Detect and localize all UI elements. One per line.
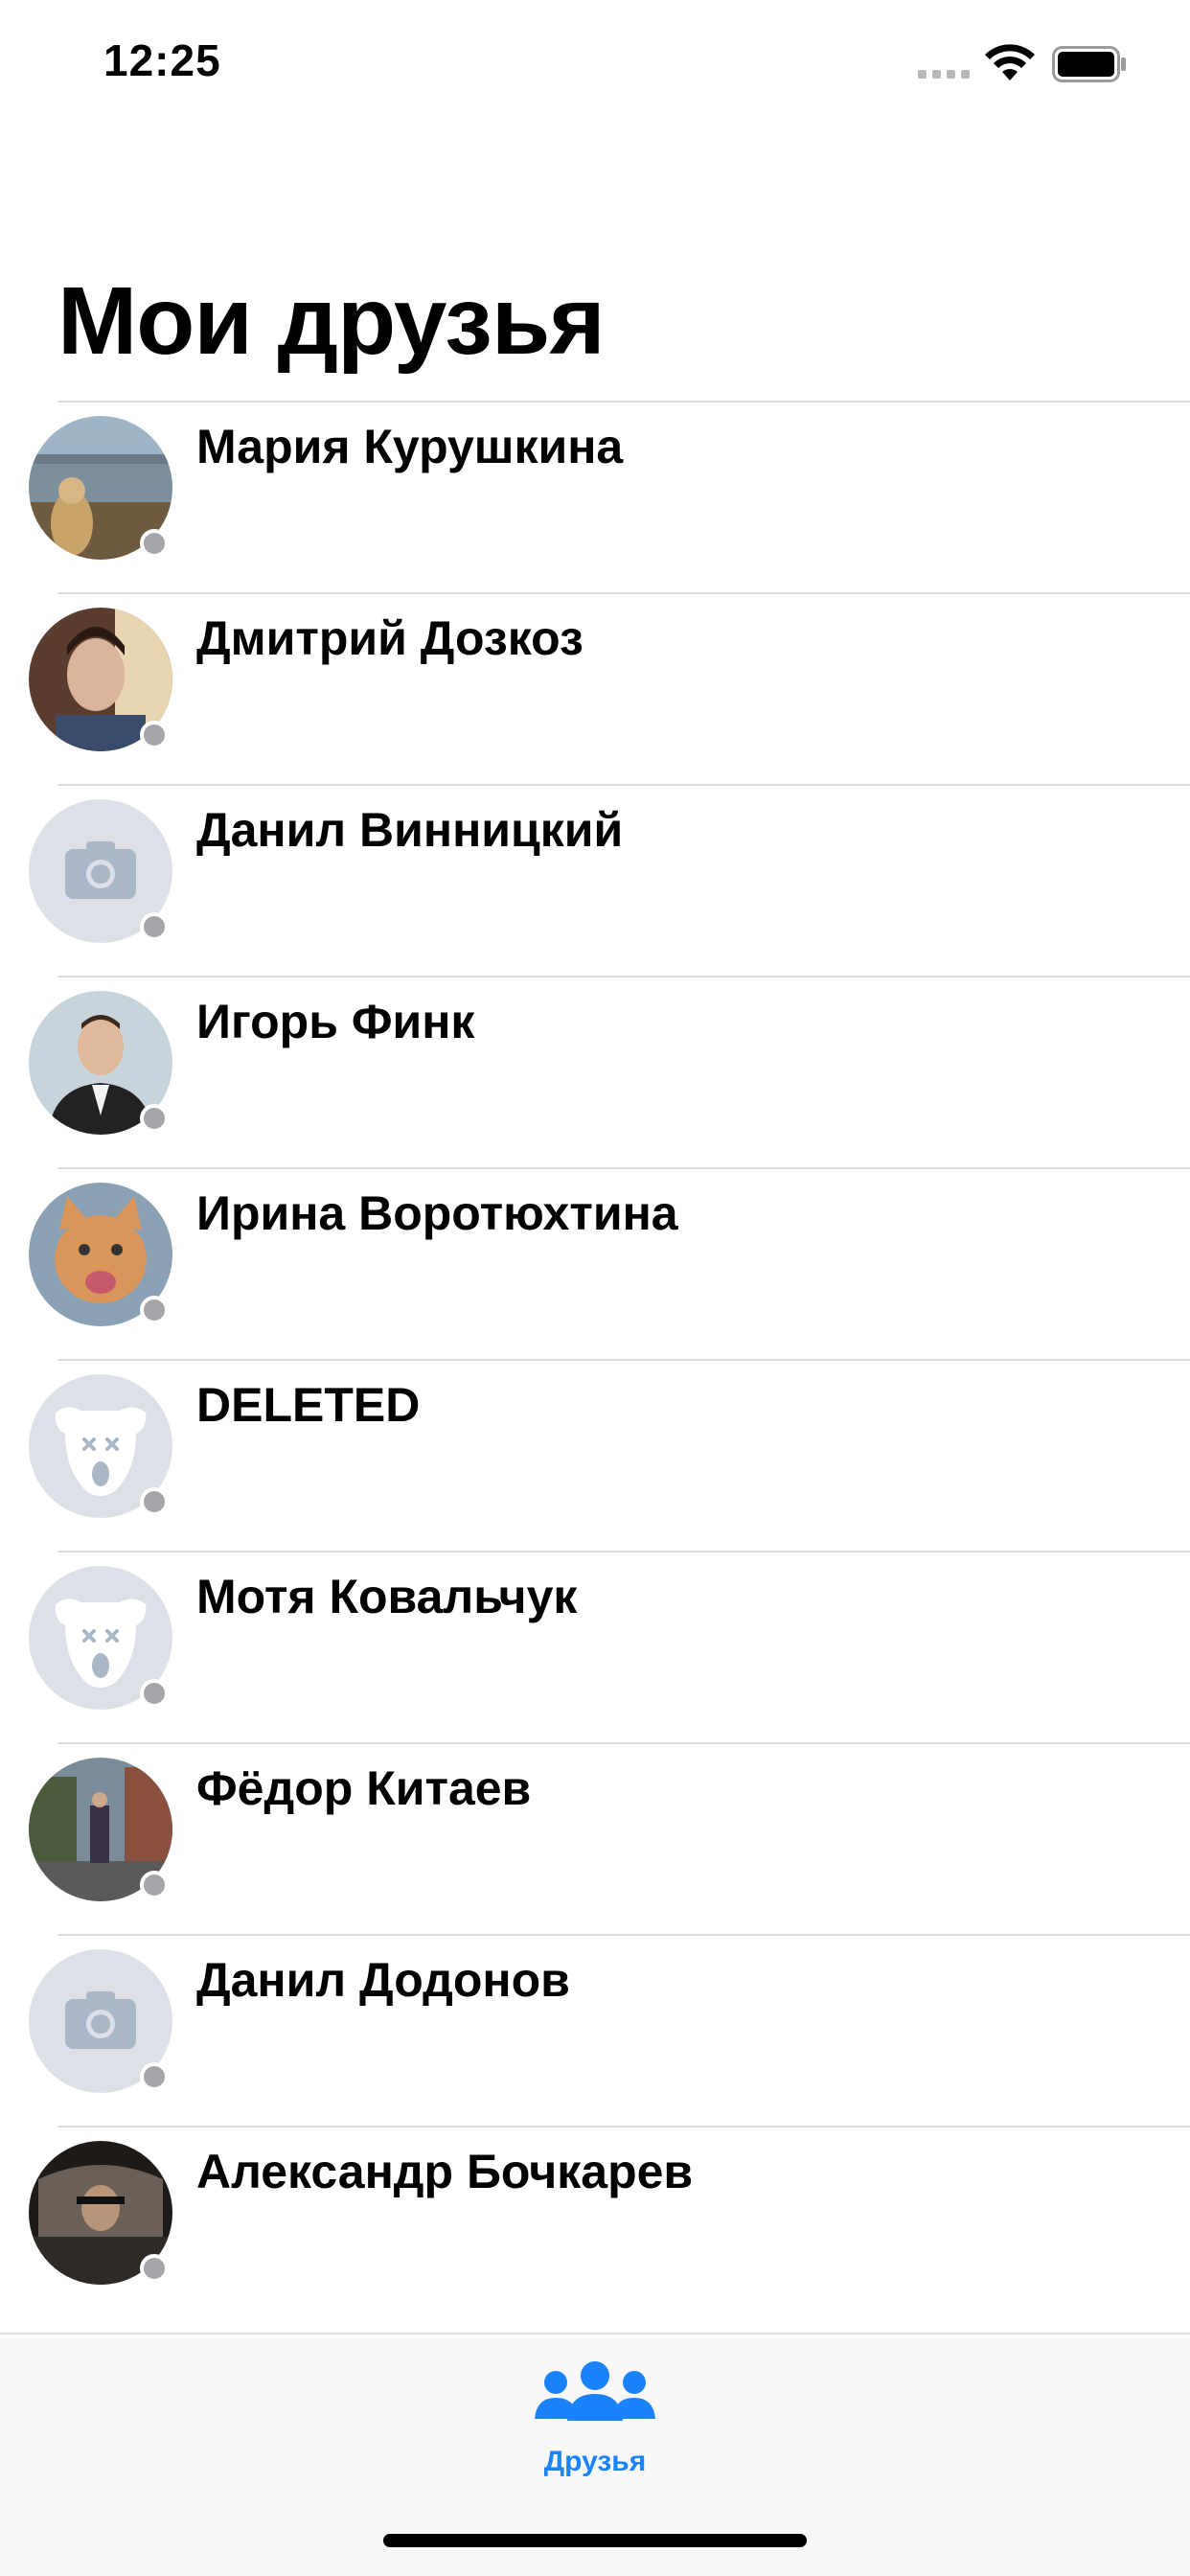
row-divider bbox=[57, 976, 1190, 978]
status-dot bbox=[140, 2254, 169, 2283]
friend-name: Мария Курушкина bbox=[196, 420, 624, 473]
status-time: 12:25 bbox=[103, 35, 221, 85]
row-divider bbox=[57, 784, 1190, 786]
friend-row[interactable]: DELETED bbox=[0, 1359, 1190, 1551]
status-dot bbox=[140, 1871, 169, 1899]
status-dot bbox=[140, 529, 169, 558]
status-dot bbox=[140, 1104, 169, 1133]
status-dot bbox=[140, 721, 169, 749]
tab-friends-label: Друзья bbox=[543, 2446, 647, 2477]
friends-list[interactable]: Мария Курушкина Дмитрий Дозкоз Данил Вин… bbox=[0, 401, 1190, 2317]
friend-name: Данил Додонов bbox=[196, 1953, 570, 2007]
status-bar: 12:25 bbox=[0, 0, 1190, 126]
page-title: Мои друзья bbox=[57, 267, 606, 375]
status-dot bbox=[140, 1296, 169, 1324]
row-divider bbox=[57, 401, 1190, 402]
row-divider bbox=[57, 1551, 1190, 1552]
wifi-icon bbox=[985, 44, 1035, 80]
friend-name: Ирина Воротюхтина bbox=[196, 1186, 678, 1240]
friend-row[interactable]: Дмитрий Дозкоз bbox=[0, 592, 1190, 784]
row-divider bbox=[57, 1359, 1190, 1361]
row-divider bbox=[57, 1934, 1190, 1936]
status-dot bbox=[140, 1679, 169, 1708]
cellular-signal-icon bbox=[918, 67, 972, 80]
battery-icon bbox=[1052, 46, 1126, 82]
friend-name: Данил Винницкий bbox=[196, 803, 624, 857]
friend-row[interactable]: Данил Додонов bbox=[0, 1934, 1190, 2126]
friend-row[interactable]: Данил Винницкий bbox=[0, 784, 1190, 976]
friend-name: Александр Бочкарев bbox=[196, 2145, 694, 2198]
friend-row[interactable]: Мария Курушкина bbox=[0, 401, 1190, 592]
status-dot bbox=[140, 1487, 169, 1516]
friends-screen: 12:25 Мои друзья Мария Курушкина Дмитрий… bbox=[0, 0, 1190, 2576]
friend-name: DELETED bbox=[196, 1378, 421, 1432]
home-indicator[interactable] bbox=[383, 2534, 807, 2547]
friend-row[interactable]: Мотя Ковальчук bbox=[0, 1551, 1190, 1742]
friend-row[interactable]: Игорь Финк bbox=[0, 976, 1190, 1167]
row-divider bbox=[57, 2126, 1190, 2128]
friend-name: Игорь Финк bbox=[196, 995, 475, 1048]
friend-name: Фёдор Китаев bbox=[196, 1761, 532, 1815]
friend-row[interactable]: Александр Бочкарев bbox=[0, 2126, 1190, 2317]
tab-friends[interactable]: Друзья bbox=[523, 2361, 667, 2496]
friend-name: Дмитрий Дозкоз bbox=[196, 611, 584, 665]
status-dot bbox=[140, 2062, 169, 2091]
row-divider bbox=[57, 592, 1190, 594]
friend-name: Мотя Ковальчук bbox=[196, 1570, 578, 1623]
row-divider bbox=[57, 1742, 1190, 1744]
friend-row[interactable]: Ирина Воротюхтина bbox=[0, 1167, 1190, 1359]
friends-icon bbox=[535, 2361, 655, 2421]
row-divider bbox=[57, 1167, 1190, 1169]
status-dot bbox=[140, 912, 169, 941]
friend-row[interactable]: Фёдор Китаев bbox=[0, 1742, 1190, 1934]
